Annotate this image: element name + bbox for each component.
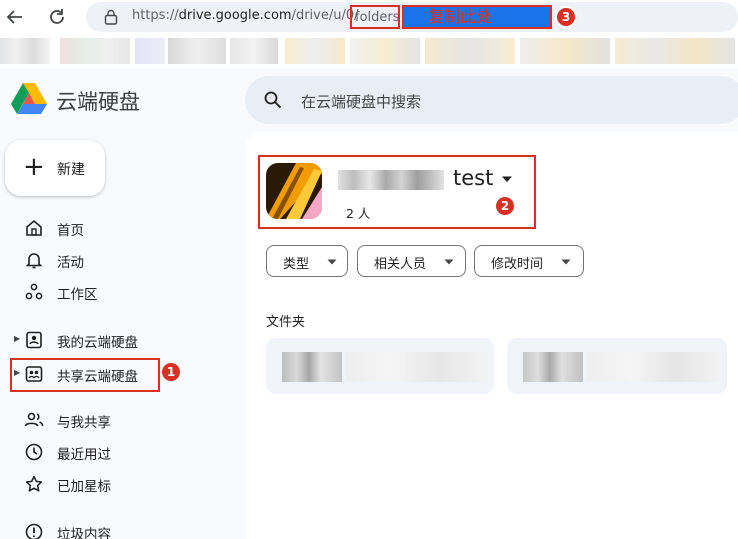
home-icon	[26, 219, 42, 236]
drive-header-highlight	[258, 155, 536, 229]
info-icon	[25, 523, 43, 539]
blurred-folder-name	[282, 352, 342, 382]
url-scheme: https://	[132, 8, 179, 23]
blurred-folder-detail	[346, 352, 486, 382]
browser-toolbar: https://drive.google.com/drive/u/0/ fold…	[0, 0, 738, 68]
my-drive-icon	[26, 331, 42, 349]
sidebar-item-label: 与我共享	[57, 415, 111, 431]
blurred-folder-detail	[587, 352, 719, 382]
expand-caret-icon[interactable]: ▶	[14, 334, 20, 343]
app-title: 云端硬盘	[56, 90, 140, 114]
filter-chip-label: 类型	[283, 257, 310, 272]
folder-card[interactable]	[507, 338, 727, 394]
people-icon	[24, 412, 44, 427]
url-text: https://drive.google.com/drive/u/0/	[132, 8, 359, 23]
callout-badge-2: 2	[494, 195, 516, 217]
bookmark-item[interactable]	[350, 38, 420, 64]
search-icon[interactable]	[263, 90, 283, 110]
search-bar[interactable]: 在云端硬盘中搜索	[245, 76, 738, 124]
callout-badge-3: 3	[555, 6, 577, 28]
star-icon	[25, 475, 43, 492]
folder-card[interactable]	[266, 338, 494, 394]
reload-button[interactable]	[44, 4, 70, 30]
sidebar-item-label: 工作区	[57, 287, 98, 303]
sidebar-item-label: 最近用过	[57, 447, 111, 463]
new-button[interactable]: + 新建	[5, 140, 105, 196]
sidebar-item-label: 垃圾内容	[57, 527, 111, 539]
bookmark-item[interactable]	[60, 38, 130, 64]
url-folders-segment: folders	[355, 10, 400, 25]
sidebar-item-activity[interactable]: 活动	[14, 246, 164, 274]
sidebar-item-label: 已加星标	[57, 479, 111, 495]
filter-people-chip[interactable]: 相关人员	[357, 245, 466, 277]
callout-badge-1: 1	[160, 361, 182, 383]
blurred-folder-name	[523, 352, 583, 382]
drive-logo-icon[interactable]	[10, 82, 48, 116]
bookmark-item[interactable]	[615, 38, 735, 64]
sidebar-item-spam[interactable]: 垃圾内容	[14, 518, 164, 539]
bookmark-item[interactable]	[230, 38, 278, 64]
copy-here-annotation: 复制此处	[428, 7, 493, 26]
url-host: drive.google.com	[178, 8, 292, 23]
sidebar-item-recent[interactable]: 最近用过	[14, 438, 164, 466]
plus-icon: +	[23, 152, 45, 182]
sidebar-item-starred[interactable]: 已加星标	[14, 470, 164, 498]
bookmark-item[interactable]	[285, 38, 345, 64]
chevron-down-icon	[327, 259, 337, 265]
clock-icon	[25, 443, 43, 461]
bookmark-item[interactable]	[425, 38, 515, 64]
shared-drives-highlight	[10, 358, 160, 392]
screenshot: https://drive.google.com/drive/u/0/ fold…	[0, 0, 738, 539]
bookmark-item[interactable]	[135, 38, 165, 64]
chevron-down-icon	[561, 259, 571, 265]
back-arrow-icon	[6, 10, 22, 24]
bookmark-item[interactable]	[0, 38, 50, 64]
url-id-selection[interactable]: 复制此处	[402, 5, 552, 29]
chevron-down-icon	[444, 259, 454, 265]
url-path: /drive/u/0/	[291, 8, 359, 23]
bell-icon	[25, 253, 43, 269]
filter-chip-label: 相关人员	[374, 257, 427, 272]
filter-chip-label: 修改时间	[491, 257, 544, 272]
sidebar-item-label: 首页	[57, 223, 84, 239]
sidebar-item-my-drive[interactable]: ▶ 我的云端硬盘	[14, 326, 164, 354]
sidebar-item-label: 活动	[57, 255, 84, 271]
filter-modified-chip[interactable]: 修改时间	[474, 245, 584, 277]
filter-type-chip[interactable]: 类型	[266, 245, 348, 277]
url-folders-highlight: folders	[350, 5, 400, 29]
workspaces-icon	[25, 283, 43, 300]
sidebar-item-workspaces[interactable]: 工作区	[14, 278, 164, 306]
sidebar-item-home[interactable]: 首页	[14, 214, 164, 242]
bookmarks-bar	[0, 34, 738, 66]
folders-section-title: 文件夹	[266, 315, 306, 330]
back-button[interactable]	[2, 4, 28, 30]
new-button-label: 新建	[57, 162, 85, 178]
sidebar-item-shared-with-me[interactable]: 与我共享	[14, 406, 164, 434]
reload-icon	[50, 9, 64, 24]
bookmark-item[interactable]	[168, 38, 226, 64]
site-info-icon[interactable]	[104, 9, 118, 25]
search-placeholder: 在云端硬盘中搜索	[301, 93, 422, 111]
bookmark-item[interactable]	[520, 38, 610, 64]
sidebar-item-label: 我的云端硬盘	[57, 335, 138, 351]
